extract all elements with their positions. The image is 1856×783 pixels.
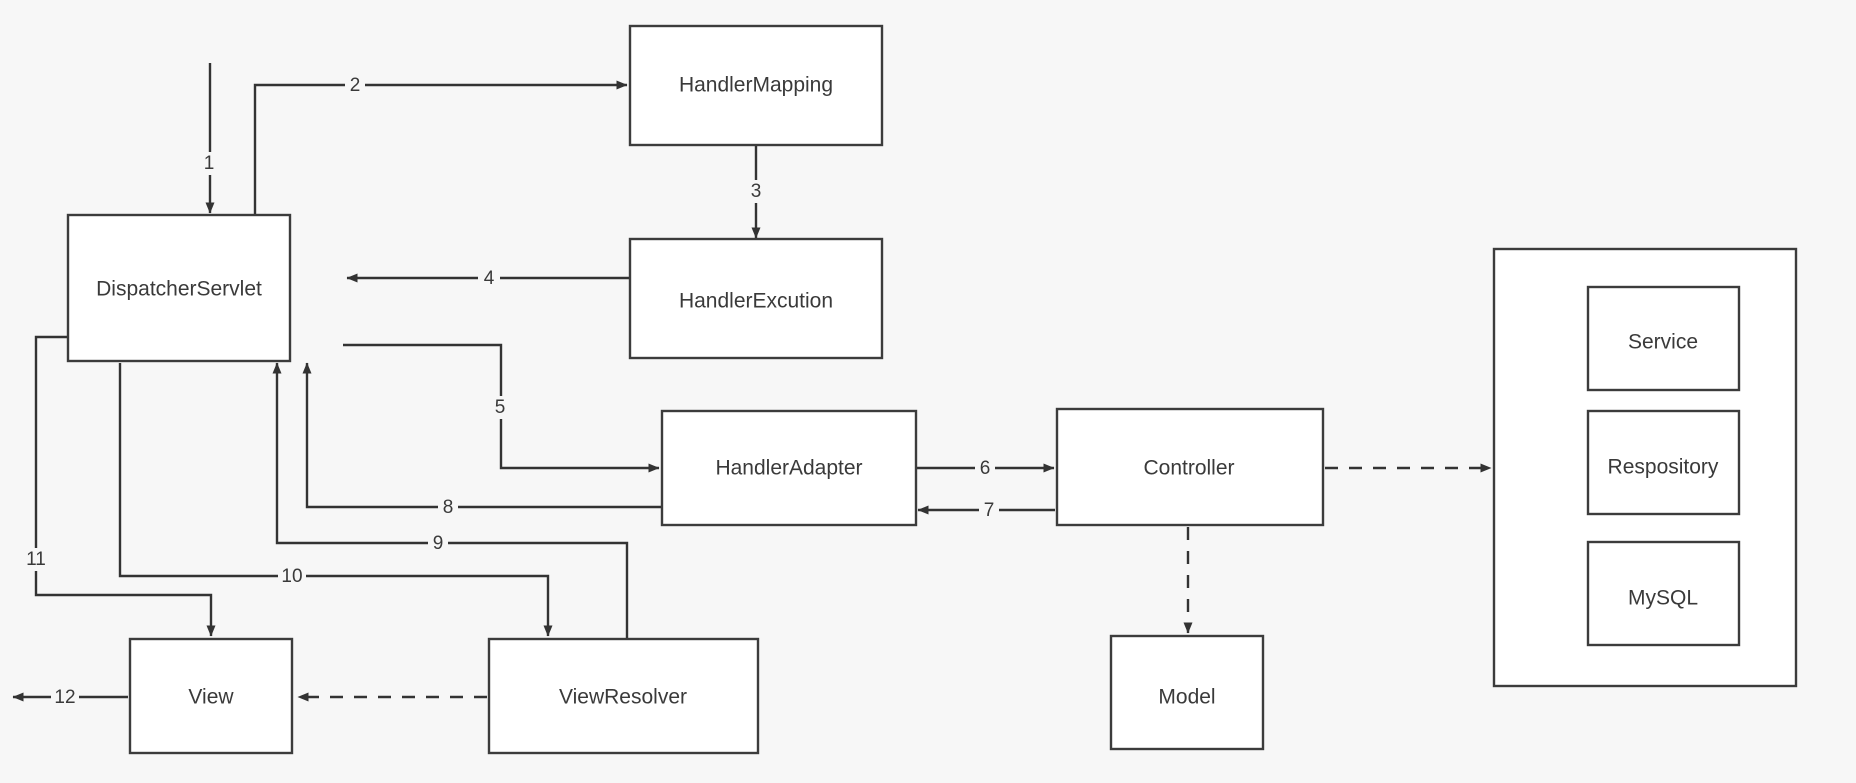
- node-service[interactable]: Service: [1586, 285, 1741, 392]
- edge-1-label: 1: [204, 153, 215, 174]
- edge-9-label: 9: [433, 533, 444, 554]
- node-handlermapping[interactable]: HandlerMapping: [628, 24, 884, 147]
- node-model[interactable]: Model: [1109, 634, 1265, 751]
- node-model-label: Model: [1158, 686, 1215, 709]
- edge-7: 7: [917, 499, 1055, 522]
- node-controller-label: Controller: [1143, 457, 1234, 480]
- edge-5: 5: [343, 343, 660, 473]
- node-view[interactable]: View: [128, 637, 294, 755]
- edge-3-label: 3: [751, 181, 762, 202]
- node-respository-label: Respository: [1608, 456, 1719, 479]
- node-service-label: Service: [1628, 331, 1698, 354]
- edge-11-label: 11: [26, 549, 46, 570]
- business-layer-group: Service Respository MySQL: [1492, 247, 1798, 688]
- edge-3: 3: [746, 146, 766, 239]
- edge-6-label: 6: [980, 458, 991, 479]
- edge-4: 4: [346, 267, 629, 290]
- edge-8-label: 8: [443, 497, 454, 518]
- node-viewresolver[interactable]: ViewResolver: [487, 637, 760, 755]
- diagram-canvas: 1 2 3 4 5 6 7 8 9 10 11 12 DispatcherSer…: [0, 0, 1856, 783]
- node-mysql-label: MySQL: [1628, 587, 1698, 610]
- edge-12: 12: [12, 686, 128, 709]
- node-handlerexcution-label: HandlerExcution: [679, 290, 833, 313]
- edge-1: 1: [199, 63, 219, 214]
- node-view-label: View: [188, 686, 234, 709]
- node-respository[interactable]: Respository: [1586, 409, 1741, 516]
- node-dispatcherservlet[interactable]: DispatcherServlet: [66, 213, 292, 363]
- node-handlerexcution[interactable]: HandlerExcution: [628, 237, 884, 360]
- node-controller[interactable]: Controller: [1055, 407, 1325, 527]
- edge-2: 2: [253, 74, 628, 215]
- node-handleradapter-label: HandlerAdapter: [715, 457, 862, 480]
- edge-8: 8: [302, 362, 661, 519]
- edge-11: 11: [22, 335, 216, 637]
- edge-4-label: 4: [484, 268, 495, 289]
- edge-10-label: 10: [281, 566, 302, 587]
- edge-5-label: 5: [495, 397, 506, 418]
- node-viewresolver-label: ViewResolver: [559, 686, 687, 709]
- edge-6: 6: [915, 457, 1055, 480]
- node-handlermapping-label: HandlerMapping: [679, 74, 833, 97]
- node-mysql[interactable]: MySQL: [1586, 540, 1741, 647]
- edge-2-label: 2: [350, 75, 361, 96]
- edge-7-label: 7: [984, 500, 995, 521]
- edge-12-label: 12: [54, 687, 75, 708]
- node-handleradapter[interactable]: HandlerAdapter: [660, 409, 918, 527]
- node-dispatcherservlet-label: DispatcherServlet: [96, 278, 262, 301]
- spring-mvc-flow-diagram: 1 2 3 4 5 6 7 8 9 10 11 12 DispatcherSer…: [12, 24, 1798, 755]
